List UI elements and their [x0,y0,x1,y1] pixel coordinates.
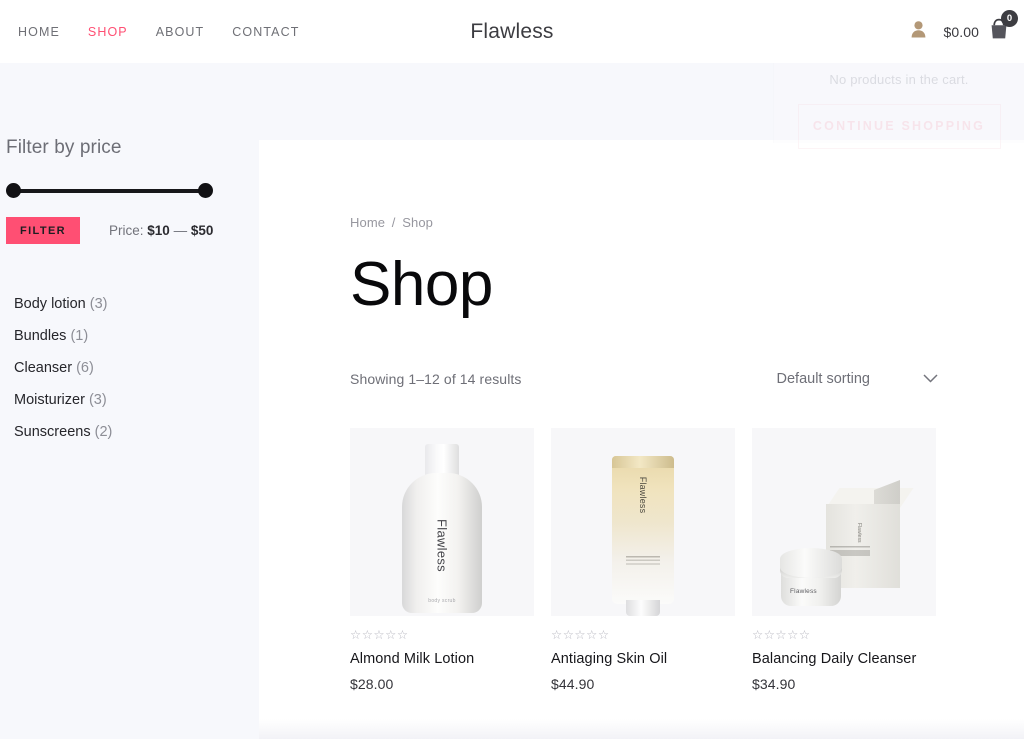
tube-cap [626,600,660,616]
nav-link-home[interactable]: HOME [18,25,60,39]
pack-sub-text: body scrub [428,598,456,604]
nav-link-about[interactable]: ABOUT [156,25,205,39]
slider-handle-max[interactable] [198,183,213,198]
cart-empty-message: No products in the cart. [829,72,969,87]
cart-dropdown-panel: No products in the cart. CONTINUE SHOPPI… [773,63,1024,149]
category-item-sunscreens[interactable]: Sunscreens (2) [14,424,259,440]
chevron-down-icon [923,370,938,388]
product-name[interactable]: Balancing Daily Cleanser [752,651,936,667]
product-card[interactable]: Flawless Flawless ☆☆☆☆☆ Balancing Daily … [752,428,936,692]
nav-link-contact[interactable]: CONTACT [232,25,299,39]
filter-button[interactable]: FILTER [6,217,80,244]
user-icon[interactable] [911,20,926,43]
category-count: (3) [88,392,107,408]
pack-brand-text: Flawless [434,519,450,572]
filter-by-price-title: Filter by price [6,137,122,158]
slider-handle-min[interactable] [6,183,21,198]
pack-brand-text: Flawless [638,476,648,514]
shop-main-content: Home / Shop Shop Showing 1–12 of 14 resu… [259,140,1024,739]
product-name[interactable]: Almond Milk Lotion [350,651,534,667]
category-item-moisturizer[interactable]: Moisturizer (3) [14,392,259,408]
shop-sidebar: Filter by price FILTER Price: $10 — $50 … [0,63,259,739]
price-min-value: $10 [147,223,170,238]
price-dash: — [173,223,188,238]
price-label: Price: [109,223,144,238]
shopping-bag-icon[interactable]: 0 [988,10,1018,45]
shop-page: HOME SHOP ABOUT CONTACT Flawless $0.00 0… [0,0,1024,739]
star-rating[interactable]: ☆☆☆☆☆ [350,629,534,642]
category-name: Bundles [14,328,67,344]
almond-milk-lotion-bottle[interactable]: Flawless body scrub [350,428,534,616]
results-bar: Showing 1–12 of 14 results Default sorti… [350,370,938,388]
category-count: (1) [70,328,89,344]
price-range-slider[interactable] [6,183,213,199]
product-card[interactable]: Flawless body scrub ☆☆☆☆☆ Almond Milk Lo… [350,428,534,692]
filter-controls-row: FILTER Price: $10 — $50 [6,217,259,244]
balancing-daily-cleanser-jar[interactable]: Flawless Flawless [752,428,936,616]
slider-track [12,189,206,193]
antiaging-skin-oil-tube[interactable]: Flawless [551,428,735,616]
category-name: Sunscreens [14,424,91,440]
product-price: $28.00 [350,675,394,692]
continue-shopping-button[interactable]: CONTINUE SHOPPING [797,104,1001,149]
star-rating[interactable]: ☆☆☆☆☆ [551,629,735,642]
category-count: (2) [94,424,113,440]
star-rating[interactable]: ☆☆☆☆☆ [752,629,936,642]
cart-total: $0.00 [943,23,979,40]
product-category-list: Body lotion (3) Bundles (1) Cleanser (6)… [6,296,259,440]
breadcrumb-current: Shop [402,215,433,230]
price-range-display: Price: $10 — $50 [109,223,213,238]
product-price: $44.90 [551,675,595,692]
product-name[interactable]: Antiaging Skin Oil [551,651,735,667]
jar-brand-text: Flawless [790,588,817,595]
category-name: Cleanser [14,360,73,376]
breadcrumb-home-link[interactable]: Home [350,215,385,230]
site-header: HOME SHOP ABOUT CONTACT Flawless $0.00 0 [0,0,1024,63]
pack-sub-text [626,556,660,565]
cart-count-badge: 0 [1001,10,1018,27]
results-count: Showing 1–12 of 14 results [350,371,522,387]
category-count: (6) [76,360,94,376]
header-actions: $0.00 0 [911,0,1018,63]
cart-button[interactable]: $0.00 0 [943,10,1018,45]
category-item-bundles[interactable]: Bundles (1) [14,328,259,344]
breadcrumb-separator: / [391,215,396,230]
main-navigation: HOME SHOP ABOUT CONTACT [18,0,299,63]
category-item-cleanser[interactable]: Cleanser (6) [14,360,259,376]
box-brand-text: Flawless [856,523,862,543]
sorting-value: Default sorting [776,371,871,387]
nav-link-shop[interactable]: SHOP [88,25,128,39]
category-name: Body lotion [14,296,86,312]
sorting-dropdown[interactable]: Default sorting [777,370,939,388]
category-name: Moisturizer [14,392,85,408]
product-grid: Flawless body scrub ☆☆☆☆☆ Almond Milk Lo… [350,428,1024,692]
jar-lid [780,548,842,578]
product-card[interactable]: Flawless ☆☆☆☆☆ Antiaging Skin Oil $44.90 [551,428,735,692]
category-count: (3) [89,296,108,312]
price-max-value: $50 [190,223,214,238]
breadcrumb: Home / Shop [350,215,1024,230]
category-item-body-lotion[interactable]: Body lotion (3) [14,296,259,312]
page-title: Shop [350,250,493,319]
product-price: $34.90 [752,675,796,692]
